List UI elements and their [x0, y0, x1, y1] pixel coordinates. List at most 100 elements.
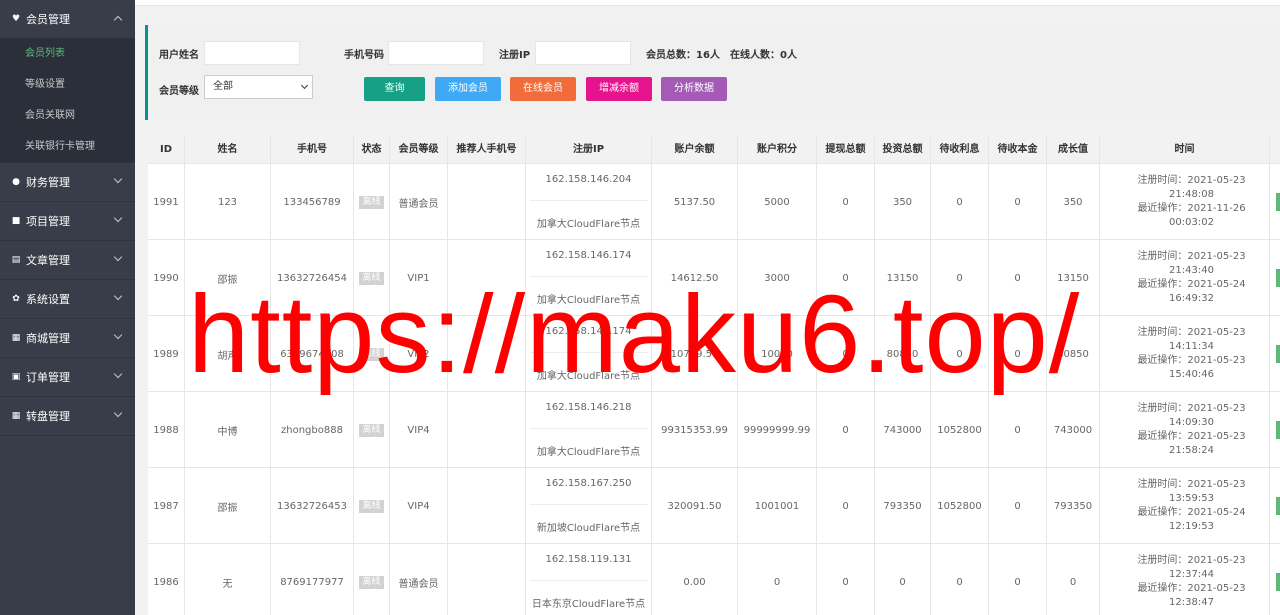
register-time: 注册时间：2021-05-23 21:48:08 [1137, 175, 1246, 200]
sidebar-submenu: 会员列表 等级设置 会员关联网 关联银行卡管理 [0, 38, 135, 162]
sidebar-group-header[interactable]: ▣ 订单管理 [0, 358, 135, 396]
ip-label: 注册IP [499, 50, 531, 61]
divider [529, 427, 648, 429]
divider [529, 199, 648, 201]
ip-location: 新加坡CloudFlare节点 [536, 523, 641, 534]
status-badge: 离线 [359, 423, 384, 437]
order-icon: ▣ [11, 372, 21, 382]
chevron-down-icon [113, 369, 123, 379]
column-header[interactable]: 账户积分 [738, 135, 817, 164]
ip-address: 162.158.119.131 [545, 554, 632, 565]
action-button[interactable] [1276, 421, 1280, 439]
name-cell: 邵振 [185, 468, 271, 544]
ip-cell: 162.158.146.218 加拿大CloudFlare节点 [526, 392, 652, 468]
action-button[interactable] [1276, 345, 1280, 363]
ip-input[interactable] [535, 41, 631, 65]
sidebar-item[interactable]: 关联银行卡管理 [0, 131, 135, 162]
column-header[interactable]: 注册IP [526, 135, 652, 164]
username-label: 用户姓名 [159, 50, 199, 61]
chevron-down-icon [113, 252, 123, 262]
divider [529, 579, 648, 581]
sidebar-group-header[interactable]: ♥ 会员管理 [0, 0, 135, 38]
table-row[interactable]: 1986 无 8769177977 离线 普通会员 162.158.119.131 日本东京… [148, 544, 1280, 615]
growth-cell: 793350 [1047, 468, 1100, 544]
sidebar-group: ▣ 订单管理 [0, 358, 135, 397]
ip-address: 162.158.146.174 [545, 250, 632, 261]
sidebar-group-header[interactable]: ▦ 商城管理 [0, 319, 135, 357]
column-header[interactable]: 手机号 [271, 135, 354, 164]
ip-cell: 162.158.167.250 新加坡CloudFlare节点 [526, 468, 652, 544]
level-cell: VIP4 [390, 468, 448, 544]
name-cell: 无 [185, 544, 271, 615]
action-button[interactable] [1276, 269, 1280, 287]
sidebar-group-header[interactable]: ● 财务管理 [0, 163, 135, 201]
column-header[interactable]: 状态 [354, 135, 390, 164]
sidebar-group-header[interactable]: ▤ 文章管理 [0, 241, 135, 279]
register-time: 注册时间：2021-05-23 14:09:30 [1137, 403, 1246, 428]
search-button[interactable]: 查询 [364, 77, 425, 101]
action-button[interactable] [1276, 193, 1280, 211]
column-header[interactable]: 待收本金 [989, 135, 1047, 164]
status-cell: 离线 [354, 164, 390, 240]
sidebar-item[interactable]: 会员列表 [0, 38, 135, 69]
interest-cell: 0 [931, 544, 989, 615]
action-button[interactable] [1276, 573, 1280, 591]
level-select-value: 全部 [213, 81, 233, 92]
balance-cell: 320091.50 [652, 468, 738, 544]
ip-cell: 162.158.146.204 加拿大CloudFlare节点 [526, 164, 652, 240]
time-cell: 注册时间：2021-05-23 14:11:34 最近操作：2021-05-23 … [1100, 316, 1270, 392]
sidebar-group-label: 项目管理 [26, 215, 70, 228]
last-operation-time: 最近操作：2021-05-24 16:49:32 [1137, 279, 1246, 304]
chevron-down-icon [113, 213, 123, 223]
phone-cell: 13632726453 [271, 468, 354, 544]
column-header[interactable]: 成长值 [1047, 135, 1100, 164]
last-operation-time: 最近操作：2021-05-23 15:40:46 [1137, 355, 1246, 380]
column-header[interactable]: 会员等级 [390, 135, 448, 164]
table-row[interactable]: 1987 邵振 13632726453 离线 VIP4 162.158.167.250 新加… [148, 468, 1280, 544]
analyze-data-button[interactable]: 分析数据 [661, 77, 727, 101]
table-row[interactable]: 1988 中博 zhongbo888 离线 VIP4 162.158.146.218 加拿大… [148, 392, 1280, 468]
filter-panel: 用户姓名 手机号码 注册IP 会员总数：16人 在线人数：0人 会员等级 全部 … [145, 25, 1280, 120]
column-header[interactable]: 姓名 [185, 135, 271, 164]
growth-cell: 743000 [1047, 392, 1100, 468]
ip-location: 日本东京CloudFlare节点 [531, 599, 646, 610]
column-header[interactable]: 待收利息 [931, 135, 989, 164]
member-icon: ♥ [11, 14, 21, 24]
wheel-icon: ▦ [11, 411, 21, 421]
column-header[interactable]: ID [148, 135, 185, 164]
project-icon: ■ [11, 216, 21, 226]
ip-location: 加拿大CloudFlare节点 [536, 447, 641, 458]
username-input[interactable] [204, 41, 300, 65]
status-badge: 离线 [359, 499, 384, 513]
adjust-balance-button[interactable]: 增减余额 [586, 77, 652, 101]
column-header[interactable]: 时间 [1100, 135, 1270, 164]
name-cell: 中博 [185, 392, 271, 468]
add-member-button[interactable]: 添加会员 [435, 77, 501, 101]
column-header[interactable]: 推荐人手机号 [448, 135, 526, 164]
points-cell: 0 [738, 544, 817, 615]
column-header[interactable]: 账户余额 [652, 135, 738, 164]
table-header: ID 姓名 手机号 状态 会员等级 推荐人手机号 注册IP 账户余额 账户积分 提现总额 投资总额待… [148, 135, 1280, 164]
sidebar-group-header[interactable]: ✿ 系统设置 [0, 280, 135, 318]
level-select[interactable]: 全部 [204, 75, 313, 99]
sidebar-item[interactable]: 等级设置 [0, 69, 135, 100]
shop-icon: ▦ [11, 333, 21, 343]
table-row[interactable]: 1991 123 133456789 离线 普通会员 162.158.146.204 加拿大… [148, 164, 1280, 240]
sidebar-group-header[interactable]: ▦ 转盘管理 [0, 397, 135, 435]
sidebar-item[interactable]: 会员关联网 [0, 100, 135, 131]
phone-input[interactable] [388, 41, 484, 65]
action-button[interactable] [1276, 497, 1280, 515]
register-time: 注册时间：2021-05-23 21:43:40 [1137, 251, 1246, 276]
balance-cell: 99315353.99 [652, 392, 738, 468]
sidebar-group-header[interactable]: ■ 项目管理 [0, 202, 135, 240]
level-cell: 普通会员 [390, 164, 448, 240]
online-member-button[interactable]: 在线会员 [510, 77, 576, 101]
status-cell: 离线 [354, 544, 390, 615]
ip-address: 162.158.146.218 [545, 402, 632, 413]
column-header[interactable]: 投资总额 [875, 135, 931, 164]
register-time: 注册时间：2021-05-23 14:11:34 [1137, 327, 1246, 352]
sidebar-group-label: 会员管理 [26, 13, 70, 26]
column-header[interactable]: 提现总额 [817, 135, 875, 164]
time-cell: 注册时间：2021-05-23 21:43:40 最近操作：2021-05-24 … [1100, 240, 1270, 316]
withdraw-cell: 0 [817, 544, 875, 615]
